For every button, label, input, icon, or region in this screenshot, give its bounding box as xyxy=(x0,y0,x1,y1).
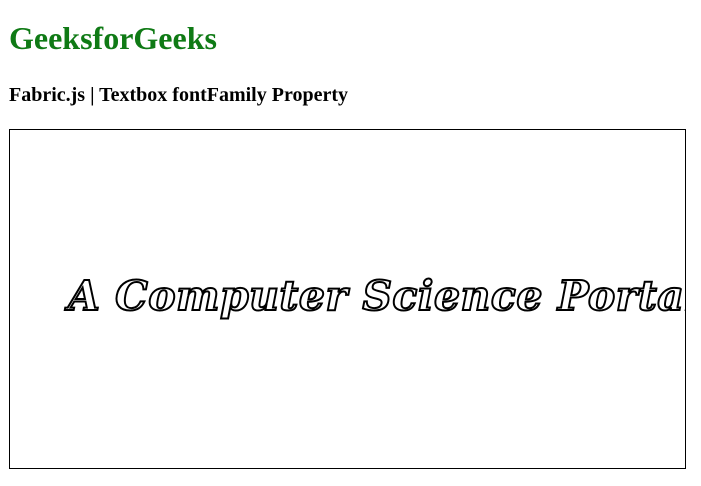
fabric-canvas[interactable]: A Computer Science Portal xyxy=(9,129,686,469)
page-subtitle: Fabric.js | Textbox fontFamily Property xyxy=(9,84,349,106)
canvas-textbox[interactable]: A Computer Science Portal xyxy=(67,268,685,324)
page-title: GeeksforGeeks xyxy=(9,20,217,56)
